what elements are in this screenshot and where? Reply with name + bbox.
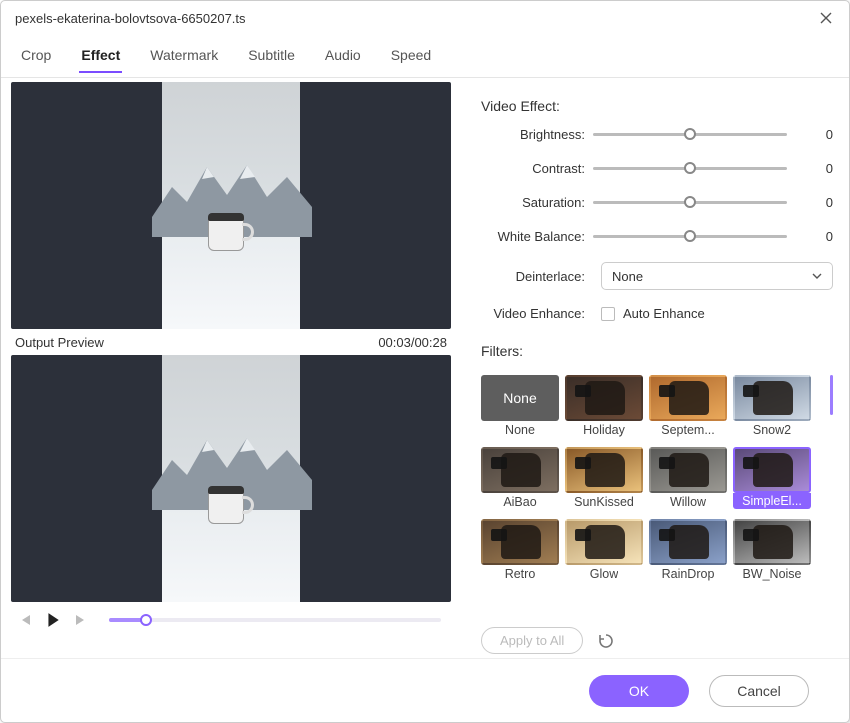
filter-caption: Septem... (661, 423, 715, 437)
contrast-value: 0 (787, 161, 833, 176)
tab-subtitle[interactable]: Subtitle (246, 43, 297, 73)
close-icon[interactable] (817, 9, 835, 27)
filter-thumb (565, 375, 643, 421)
ok-button[interactable]: OK (589, 675, 689, 707)
filter-thumb: None (481, 375, 559, 421)
brightness-value: 0 (787, 127, 833, 142)
brightness-slider[interactable] (593, 124, 787, 144)
saturation-value: 0 (787, 195, 833, 210)
filter-caption: BW_Noise (742, 567, 801, 581)
bottom-preview (11, 355, 451, 602)
filter-aibao[interactable]: AiBao (481, 447, 559, 509)
chevron-down-icon (812, 271, 822, 281)
contrast-label: Contrast: (481, 161, 593, 176)
filter-simpleel[interactable]: SimpleEl... (733, 447, 811, 509)
contrast-row: Contrast: 0 (481, 158, 833, 178)
white_balance-row: White Balance: 0 (481, 226, 833, 246)
filter-snow2[interactable]: Snow2 (733, 375, 811, 437)
tab-audio[interactable]: Audio (323, 43, 363, 73)
effect-sliders: Brightness:0Contrast:0Saturation:0White … (481, 124, 833, 246)
apply-row: Apply to All (481, 627, 833, 654)
titlebar: pexels-ekaterina-bolovtsova-6650207.ts (1, 1, 849, 35)
brightness-label: Brightness: (481, 127, 593, 142)
white_balance-label: White Balance: (481, 229, 593, 244)
filter-thumb (649, 447, 727, 493)
video-frame (162, 82, 300, 329)
filter-thumb (733, 447, 811, 493)
reset-icon[interactable] (597, 632, 615, 650)
filter-caption: AiBao (503, 495, 536, 509)
filter-retro[interactable]: Retro (481, 519, 559, 581)
video-frame-effect (162, 355, 300, 602)
tab-effect[interactable]: Effect (79, 43, 122, 73)
video-enhance-row: Video Enhance: Auto Enhance (481, 306, 833, 321)
filter-thumb (481, 447, 559, 493)
output-preview-label: Output Preview (15, 335, 104, 350)
timeline-slider[interactable] (109, 618, 441, 622)
filter-caption: None (505, 423, 535, 437)
auto-enhance-label: Auto Enhance (623, 306, 705, 321)
filter-glow[interactable]: Glow (565, 519, 643, 581)
brightness-row: Brightness: 0 (481, 124, 833, 144)
tabs: Crop Effect Watermark Subtitle Audio Speed (1, 35, 849, 78)
scrollbar-thumb[interactable] (830, 375, 833, 415)
body: Output Preview 00:03/00:28 (1, 78, 849, 658)
white_balance-value: 0 (787, 229, 833, 244)
cancel-button[interactable]: Cancel (709, 675, 809, 707)
filter-caption: SunKissed (574, 495, 634, 509)
footer: OK Cancel (1, 658, 849, 722)
deinterlace-value: None (612, 269, 643, 284)
filter-thumb (733, 375, 811, 421)
filter-raindrop[interactable]: RainDrop (649, 519, 727, 581)
filter-caption: Snow2 (753, 423, 791, 437)
contrast-slider[interactable] (593, 158, 787, 178)
transport-controls (11, 602, 451, 634)
video-enhance-label: Video Enhance: (481, 306, 593, 321)
apply-to-all-button[interactable]: Apply to All (481, 627, 583, 654)
tab-crop[interactable]: Crop (19, 43, 53, 73)
filter-caption: RainDrop (662, 567, 715, 581)
deinterlace-select[interactable]: None (601, 262, 833, 290)
saturation-label: Saturation: (481, 195, 593, 210)
filter-thumb (649, 375, 727, 421)
right-pane: Video Effect: Brightness:0Contrast:0Satu… (461, 78, 849, 658)
auto-enhance-checkbox[interactable] (601, 307, 615, 321)
next-frame-icon[interactable] (71, 610, 91, 630)
filter-bw_noise[interactable]: BW_Noise (733, 519, 811, 581)
filters-panel: None None Holiday Septem... Snow2 AiBao SunKis… (481, 375, 833, 619)
white_balance-slider[interactable] (593, 226, 787, 246)
filter-caption: Retro (505, 567, 536, 581)
filter-septem[interactable]: Septem... (649, 375, 727, 437)
tab-speed[interactable]: Speed (389, 43, 433, 73)
play-icon[interactable] (43, 610, 63, 630)
filter-caption: SimpleEl... (733, 493, 811, 509)
filter-none[interactable]: None None (481, 375, 559, 437)
filters-grid: None None Holiday Septem... Snow2 AiBao SunKis… (481, 375, 833, 581)
left-pane: Output Preview 00:03/00:28 (1, 78, 461, 658)
filter-willow[interactable]: Willow (649, 447, 727, 509)
filter-thumb (565, 519, 643, 565)
preview-bar: Output Preview 00:03/00:28 (11, 329, 451, 355)
filter-caption: Holiday (583, 423, 625, 437)
video-effect-heading: Video Effect: (481, 98, 833, 114)
saturation-row: Saturation: 0 (481, 192, 833, 212)
prev-frame-icon[interactable] (15, 610, 35, 630)
saturation-slider[interactable] (593, 192, 787, 212)
filter-thumb (649, 519, 727, 565)
filter-caption: Glow (590, 567, 618, 581)
window-title: pexels-ekaterina-bolovtsova-6650207.ts (15, 11, 246, 26)
editor-window: pexels-ekaterina-bolovtsova-6650207.ts C… (0, 0, 850, 723)
filters-heading: Filters: (481, 343, 833, 359)
filter-holiday[interactable]: Holiday (565, 375, 643, 437)
filter-thumb (733, 519, 811, 565)
top-preview (11, 82, 451, 329)
filter-thumb (565, 447, 643, 493)
filter-thumb (481, 519, 559, 565)
deinterlace-label: Deinterlace: (481, 269, 593, 284)
deinterlace-row: Deinterlace: None (481, 262, 833, 290)
tab-watermark[interactable]: Watermark (148, 43, 220, 73)
filter-caption: Willow (670, 495, 706, 509)
timecode: 00:03/00:28 (378, 335, 447, 350)
filter-sunkissed[interactable]: SunKissed (565, 447, 643, 509)
